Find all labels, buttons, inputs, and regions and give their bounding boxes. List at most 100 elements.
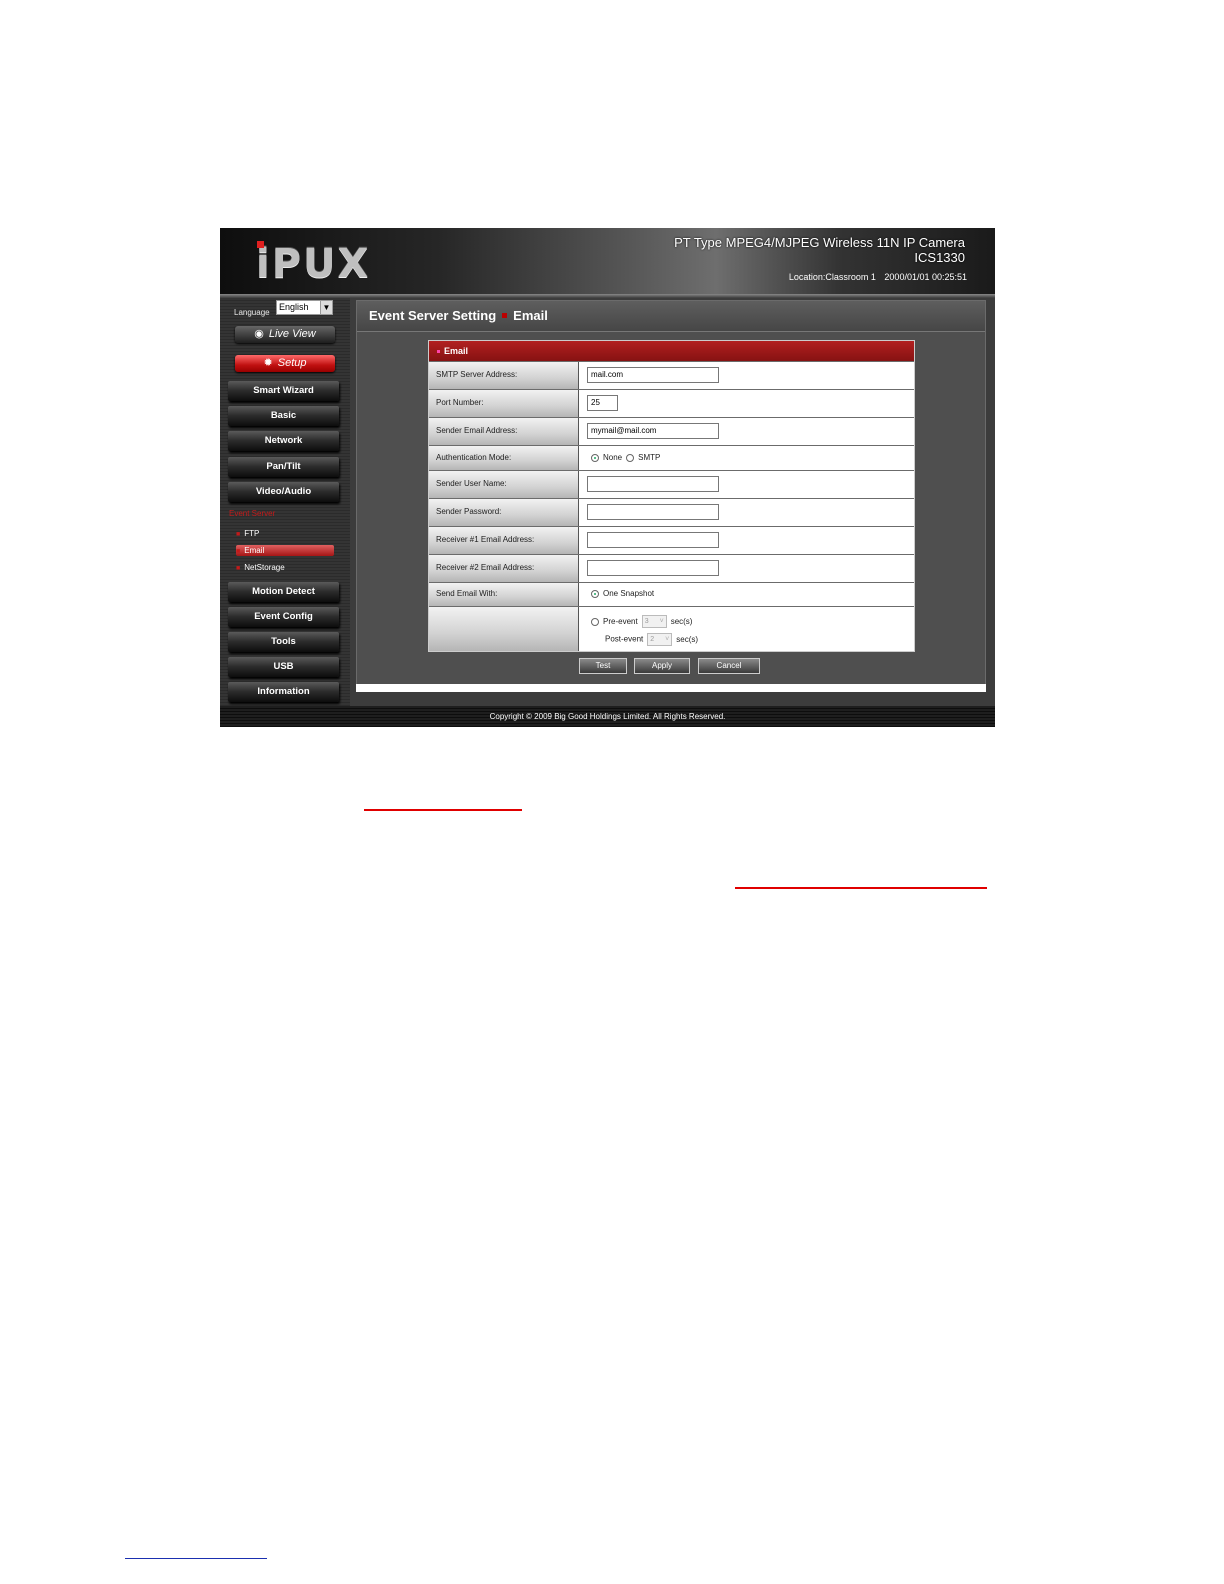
auth-none-radio[interactable] (591, 453, 599, 462)
chevron-down-icon[interactable]: ▼ (320, 301, 332, 314)
smtp-server-input[interactable]: mail.com (587, 367, 719, 383)
gear-icon: ✹ (263, 357, 273, 369)
smtp-value-cell: mail.com (580, 362, 914, 389)
annotation-underline-2 (735, 887, 987, 889)
pre-event-label: Pre-event (603, 616, 638, 626)
sub-item-netstorage[interactable]: ■ NetStorage (236, 562, 334, 573)
receiver2-value-cell (580, 555, 914, 582)
one-snapshot-option: One Snapshot (591, 588, 658, 600)
sender-label: Sender Email Address: (429, 418, 579, 445)
nav-pan-tilt[interactable]: Pan/Tilt (228, 457, 339, 477)
nav-video-audio[interactable]: Video/Audio (228, 482, 339, 502)
sub-item-label: FTP (244, 529, 260, 538)
post-event-label: Post-event (605, 634, 644, 644)
bullet-icon (437, 350, 440, 354)
language-value: English (279, 302, 309, 312)
port-row: Port Number: 25 (429, 389, 914, 417)
post-event-option: Post-event2sec(s) (605, 633, 702, 646)
email-settings-form: Email SMTP Server Address: mail.com Port… (428, 340, 915, 652)
ipux-logo: iPUX (256, 241, 371, 287)
sidebar: Language English ▼ ◉ Live View ✹ Setup Sma… (220, 298, 350, 706)
cancel-button[interactable]: Cancel (698, 658, 760, 674)
language-select[interactable]: English ▼ (276, 300, 333, 315)
sender-password-input[interactable] (587, 504, 719, 520)
password-value-cell (580, 499, 914, 526)
send-with-value-cell: One Snapshot (580, 583, 914, 606)
sender-row: Sender Email Address: mymail@mail.com (429, 417, 914, 445)
sender-user-input[interactable] (587, 476, 719, 492)
pre-secs-label: sec(s) (670, 616, 693, 626)
test-button[interactable]: Test (579, 658, 627, 674)
port-value-cell: 25 (580, 390, 914, 417)
nav-motion-detect[interactable]: Motion Detect (228, 582, 339, 602)
header: iPUX PT Type MPEG4/MJPEG Wireless 11N IP… (220, 228, 995, 294)
live-view-label: Live View (268, 328, 316, 340)
auth-none-label: None (603, 453, 623, 462)
password-label: Sender Password: (429, 499, 579, 526)
sub-item-ftp[interactable]: ■ FTP (236, 528, 334, 539)
pre-event-radio[interactable] (591, 617, 599, 626)
sub-item-label: Email (244, 546, 265, 555)
receiver2-email-input[interactable] (587, 560, 719, 576)
bullet-icon: ■ (236, 548, 241, 555)
receiver1-label: Receiver #1 Email Address: (429, 527, 579, 554)
port-number-input[interactable]: 25 (587, 395, 618, 411)
status-line: Location:Classroom 1 2000/01/01 00:25:51 (783, 272, 967, 282)
smtp-row: SMTP Server Address: mail.com (429, 361, 914, 389)
smtp-label: SMTP Server Address: (429, 362, 579, 389)
page-title-main: Event Server Setting (369, 308, 497, 323)
nav-usb[interactable]: USB (228, 657, 339, 677)
user-value-cell (580, 471, 914, 498)
auth-smtp-label: SMTP (638, 453, 661, 462)
footer: Copyright © 2009 Big Good Holdings Limit… (220, 706, 995, 727)
bullet-icon: ■ (236, 565, 241, 572)
footnote-link-line (125, 1558, 267, 1559)
page-title-sub: Email (513, 308, 548, 323)
nav-network[interactable]: Network (228, 431, 339, 451)
event-clip-row: Pre-event3sec(s) Post-event2sec(s) (429, 606, 914, 651)
one-snapshot-label: One Snapshot (603, 589, 655, 598)
auth-value-cell: None SMTP (580, 446, 914, 470)
nav-smart-wizard[interactable]: Smart Wizard (228, 381, 339, 401)
product-model: ICS1330 (914, 250, 965, 265)
auth-smtp-radio[interactable] (626, 453, 635, 462)
receiver2-row: Receiver #2 Email Address: (429, 554, 914, 582)
sub-item-label: NetStorage (244, 563, 285, 572)
auth-row: Authentication Mode: None SMTP (429, 445, 914, 470)
datetime-text: 2000/01/01 00:25:51 (884, 272, 967, 282)
nav-information[interactable]: Information (228, 682, 339, 702)
bullet-icon: ■ (236, 531, 241, 538)
logo-red-dot (257, 241, 264, 248)
auth-radios: None SMTP (591, 452, 664, 464)
post-event-select[interactable]: 2 (647, 633, 673, 646)
setup-button[interactable]: ✹ Setup (235, 355, 335, 372)
nav-tools[interactable]: Tools (228, 632, 339, 652)
nav-event-config[interactable]: Event Config (228, 607, 339, 627)
setup-label: Setup (277, 357, 307, 369)
product-title: PT Type MPEG4/MJPEG Wireless 11N IP Came… (674, 235, 965, 250)
send-with-label: Send Email With: (429, 583, 579, 606)
receiver2-label: Receiver #2 Email Address: (429, 555, 579, 582)
annotation-underline-1 (364, 809, 522, 811)
separator-icon (502, 313, 508, 318)
one-snapshot-radio[interactable] (591, 589, 599, 598)
eye-icon: ◉ (254, 328, 264, 340)
sender-email-input[interactable]: mymail@mail.com (587, 423, 719, 439)
pre-event-option: Pre-event3sec(s) (591, 615, 696, 628)
nav-basic[interactable]: Basic (228, 406, 339, 426)
pre-event-select[interactable]: 3 (641, 615, 667, 628)
live-view-button[interactable]: ◉ Live View (235, 326, 335, 343)
auth-label: Authentication Mode: (429, 446, 579, 470)
password-row: Sender Password: (429, 498, 914, 526)
main-panel: Event Server Setting Email Email SMTP Ser… (356, 300, 986, 689)
post-secs-label: sec(s) (676, 634, 699, 644)
camera-web-ui-screenshot: iPUX PT Type MPEG4/MJPEG Wireless 11N IP… (220, 228, 995, 727)
receiver1-row: Receiver #1 Email Address: (429, 526, 914, 554)
receiver1-email-input[interactable] (587, 532, 719, 548)
event-server-heading[interactable]: Event Server (229, 509, 275, 518)
page-title: Event Server Setting Email (369, 308, 548, 323)
user-row: Sender User Name: (429, 470, 914, 498)
sub-item-email[interactable]: ■ Email (236, 545, 334, 556)
apply-button[interactable]: Apply (634, 658, 690, 674)
form-header-label: Email (444, 346, 469, 356)
